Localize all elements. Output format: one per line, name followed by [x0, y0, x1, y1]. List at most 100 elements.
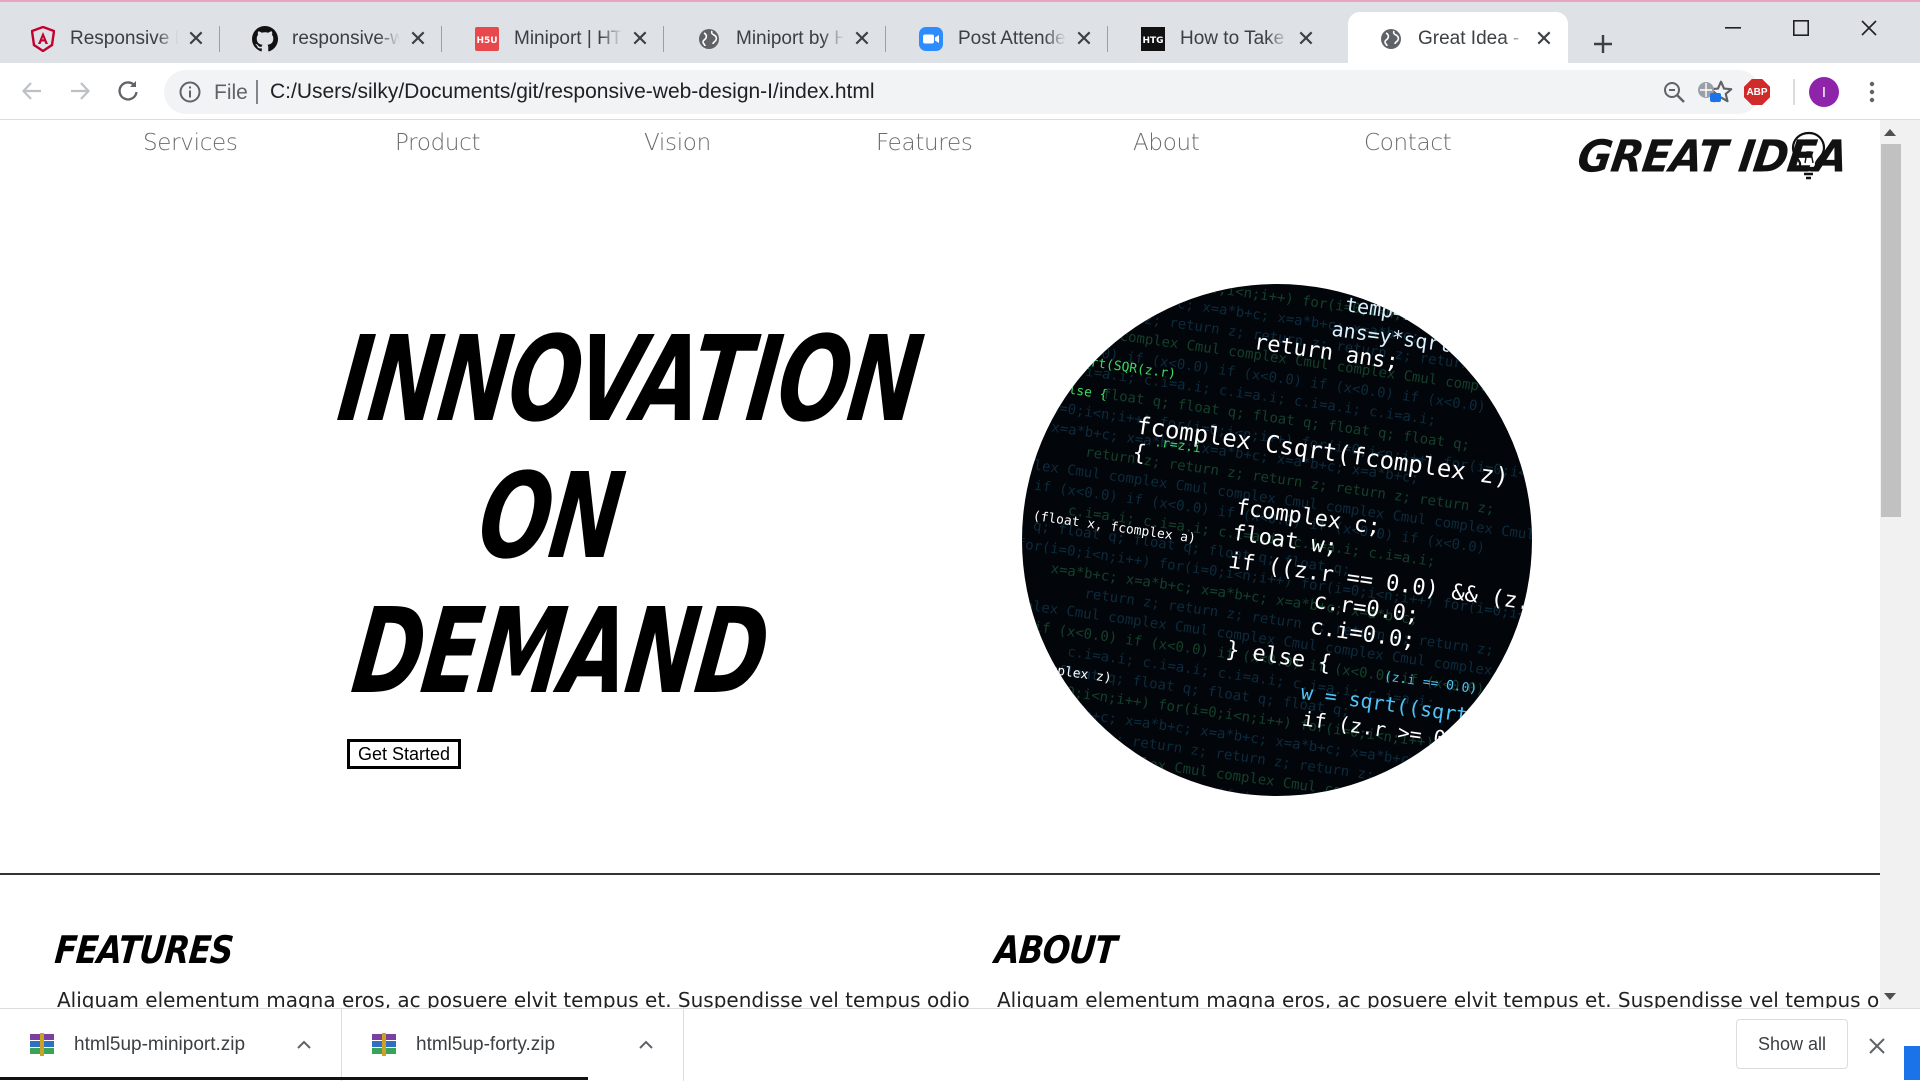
close-icon: [1861, 20, 1877, 36]
arrow-right-icon: [71, 82, 91, 100]
tab-title: Post Attendee - Zoom: [958, 27, 1066, 49]
scrollbar-thumb[interactable]: [1881, 144, 1901, 517]
htg-icon: HTG: [1140, 26, 1166, 52]
tab-miniport-html5up[interactable]: H5U Miniport | HTML5 UP ✕: [444, 12, 664, 65]
tab-separator: [884, 26, 886, 52]
menu-button[interactable]: [1857, 77, 1887, 107]
hero-title-line-2: ON: [471, 447, 630, 585]
svg-text:H5U: H5U: [476, 36, 497, 46]
close-icon[interactable]: ✕: [408, 26, 428, 51]
section-divider: [0, 873, 1880, 875]
scroll-up-arrow-icon[interactable]: [1884, 129, 1896, 136]
kebab-menu-icon: [1869, 81, 1875, 103]
avatar: I: [1809, 77, 1839, 107]
tab-great-idea[interactable]: Great Idea - Responsive ✕: [1348, 12, 1568, 65]
html5up-icon: H5U: [474, 26, 500, 52]
nav-link-vision[interactable]: Vision: [644, 130, 711, 156]
download-filename: html5up-forty.zip: [416, 1034, 556, 1055]
features-text: Aliquam elementum magna eros, ac posuere…: [57, 988, 970, 1008]
chevron-up-icon[interactable]: [293, 1034, 315, 1056]
page-viewport: Services Product Vision Features About C…: [0, 120, 1880, 1008]
nav-link-product[interactable]: Product: [395, 130, 481, 156]
taskbar-accent: [1904, 1046, 1920, 1080]
close-icon[interactable]: ✕: [852, 26, 872, 51]
url-scheme: File: [214, 81, 248, 104]
maximize-button[interactable]: [1768, 10, 1834, 46]
about-text: Aliquam elementum magna eros, ac posuere…: [997, 988, 1880, 1008]
zoom-icon[interactable]: [1662, 80, 1686, 104]
close-icon[interactable]: ✕: [1296, 26, 1316, 51]
forward-button[interactable]: [62, 73, 98, 109]
nav-link-contact[interactable]: Contact: [1364, 130, 1452, 156]
adblock-plus-button[interactable]: ABP: [1742, 77, 1772, 107]
minimize-button[interactable]: [1700, 10, 1766, 46]
code-screenshot-graphic: for(i=0;i<n;i++) for(i=0;i<n;i++) for(i=…: [1022, 284, 1532, 796]
tab-zoom[interactable]: Post Attendee - Zoom ✕: [888, 12, 1108, 65]
archive-file-icon: [30, 1033, 54, 1056]
tab-responsive-design[interactable]: Responsive Design ✕: [0, 12, 220, 65]
back-button[interactable]: [14, 73, 50, 109]
scroll-down-arrow-icon[interactable]: [1884, 993, 1896, 1000]
tab-title: Great Idea - Responsive: [1418, 27, 1526, 49]
tab-htg[interactable]: HTG How to Take Screenshots ✕: [1110, 12, 1330, 65]
get-started-button[interactable]: Get Started: [347, 739, 461, 769]
tab-title: How to Take Screenshots: [1180, 27, 1288, 49]
lightbulb-icon: [1791, 131, 1826, 180]
scrollbar-rail: [1902, 120, 1920, 1008]
address-bar[interactable]: File C:/Users/silky/Documents/git/respon…: [164, 70, 1760, 114]
nav-link-about[interactable]: About: [1133, 130, 1200, 156]
arrow-left-icon: [21, 82, 41, 100]
adblock-plus-icon: ABP: [1744, 79, 1770, 105]
code-fragment-text: else {: [1060, 382, 1109, 403]
reload-button[interactable]: [110, 73, 146, 109]
download-filename: html5up-miniport.zip: [74, 1034, 246, 1055]
close-window-button[interactable]: [1836, 10, 1902, 46]
hero-title-line-1: INNOVATION: [331, 310, 929, 448]
tab-miniport-by-html5up[interactable]: Miniport by HTML5 UP ✕: [666, 12, 886, 65]
toolbar-separator: [1793, 79, 1795, 105]
show-all-downloads-button[interactable]: Show all: [1736, 1019, 1848, 1069]
profile-button[interactable]: I: [1809, 77, 1839, 107]
url-text[interactable]: C:/Users/silky/Documents/git/responsive-…: [270, 80, 875, 104]
close-icon[interactable]: ✕: [1074, 26, 1094, 51]
close-icon[interactable]: ✕: [630, 26, 650, 51]
minimize-icon: [1725, 27, 1741, 29]
extension-translate-button[interactable]: [1694, 77, 1724, 107]
new-tab-button[interactable]: [1585, 26, 1621, 62]
close-icon[interactable]: ✕: [1534, 26, 1554, 51]
nav-link-services[interactable]: Services: [143, 130, 238, 156]
tab-separator: [218, 26, 220, 52]
chevron-up-icon[interactable]: [635, 1034, 657, 1056]
tab-title: Miniport | HTML5 UP: [514, 27, 622, 49]
hero-code-image: for(i=0;i<n;i++) for(i=0;i<n;i++) for(i=…: [1022, 284, 1532, 796]
github-icon: [252, 25, 278, 52]
site-logo[interactable]: GREAT IDEA: [1574, 131, 1850, 192]
download-item[interactable]: html5up-miniport.zip: [0, 1009, 342, 1081]
download-item[interactable]: html5up-forty.zip: [342, 1009, 684, 1081]
download-shelf: html5up-miniport.zip html5up-forty.zip S…: [0, 1008, 1920, 1081]
tab-separator: [440, 26, 442, 52]
plus-icon: [1594, 35, 1612, 53]
translate-extension-icon: [1698, 82, 1721, 102]
archive-file-icon: [372, 1033, 396, 1056]
reload-icon: [118, 81, 138, 101]
globe-icon: [1378, 26, 1404, 52]
tab-github[interactable]: responsive-web-design ✕: [222, 12, 442, 65]
omnibox-divider: [256, 80, 258, 104]
hero-title-line-3: DEMAND: [345, 582, 776, 720]
features-heading: FEATURES: [53, 928, 235, 972]
angular-shield-icon: [30, 25, 56, 52]
page-scrollbar[interactable]: [1880, 120, 1920, 1008]
tab-title: responsive-web-design: [292, 27, 400, 49]
svg-text:HTG: HTG: [1142, 36, 1163, 46]
about-heading: ABOUT: [993, 928, 1119, 972]
tab-title: Miniport by HTML5 UP: [736, 27, 844, 49]
close-icon[interactable]: [1864, 1033, 1890, 1059]
info-icon[interactable]: [178, 80, 202, 104]
tab-strip: Responsive Design ✕ responsive-web-desig…: [0, 0, 1920, 65]
tab-separator: [1106, 26, 1108, 52]
tab-title: Responsive Design: [70, 27, 178, 49]
nav-link-features[interactable]: Features: [876, 130, 973, 156]
close-icon[interactable]: ✕: [186, 26, 206, 51]
browser-toolbar: File C:/Users/silky/Documents/git/respon…: [0, 63, 1920, 120]
